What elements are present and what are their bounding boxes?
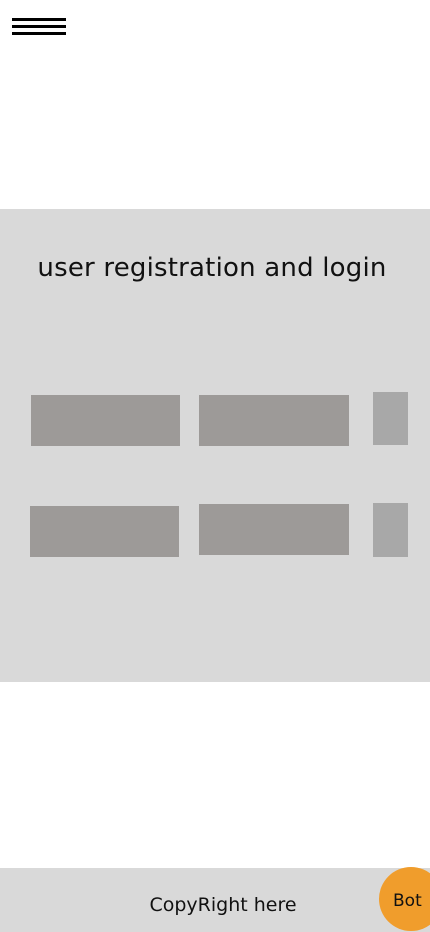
placeholder-tile[interactable] xyxy=(199,395,349,446)
placeholder-tile[interactable] xyxy=(31,395,180,446)
menu-line xyxy=(12,32,66,35)
hamburger-menu-icon[interactable] xyxy=(12,18,66,42)
menu-line xyxy=(12,25,66,28)
placeholder-tile[interactable] xyxy=(30,506,179,557)
placeholder-tile[interactable] xyxy=(373,503,408,557)
placeholder-tile[interactable] xyxy=(199,504,349,555)
page: user registration and login CopyRight he… xyxy=(0,0,430,932)
placeholder-tile[interactable] xyxy=(373,392,408,445)
copyright-text: CopyRight here xyxy=(149,894,297,916)
bot-label: Bot xyxy=(393,891,422,911)
footer: CopyRight here xyxy=(0,868,430,932)
registration-section: user registration and login xyxy=(0,209,430,682)
section-title: user registration and login xyxy=(37,253,387,283)
menu-line xyxy=(12,18,66,21)
